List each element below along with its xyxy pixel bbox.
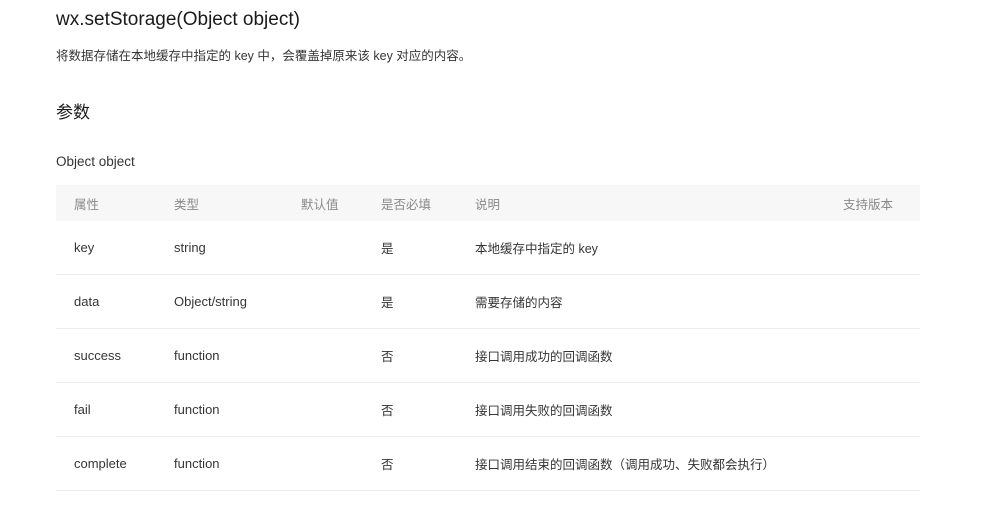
cell-description: 接口调用结束的回调函数（调用成功、失败都会执行） (475, 458, 776, 472)
header-description: 说明 (475, 197, 501, 212)
cell-property: success (74, 348, 121, 363)
cell-property: fail (74, 402, 91, 417)
cell-property: data (74, 294, 100, 309)
cell-description: 接口调用成功的回调函数 (475, 350, 613, 364)
api-description: 将数据存储在本地缓存中指定的 key 中，会覆盖掉原来该 key 对应的内容。 (56, 49, 472, 63)
api-title: wx.setStorage(Object object) (56, 9, 300, 30)
cell-type: function (174, 456, 220, 471)
cell-type: function (174, 402, 220, 417)
cell-property: key (74, 240, 95, 255)
param-object-name: Object object (56, 154, 135, 169)
params-table: 属性 类型 默认值 是否必填 说明 支持版本 key string 是 本地缓存… (56, 185, 920, 491)
cell-property: complete (74, 456, 127, 471)
cell-required: 是 (381, 242, 394, 256)
cell-type: Object/string (174, 294, 247, 309)
table-row: success function 否 接口调用成功的回调函数 (56, 329, 920, 383)
cell-description: 本地缓存中指定的 key (475, 242, 598, 256)
table-header-row: 属性 类型 默认值 是否必填 说明 支持版本 (56, 185, 920, 221)
header-default: 默认值 (301, 197, 339, 212)
table-row: data Object/string 是 需要存储的内容 (56, 275, 920, 329)
header-property: 属性 (74, 197, 100, 212)
table-row: key string 是 本地缓存中指定的 key (56, 221, 920, 275)
table-row: fail function 否 接口调用失败的回调函数 (56, 383, 920, 437)
cell-type: function (174, 348, 220, 363)
cell-description: 接口调用失败的回调函数 (475, 404, 613, 418)
header-version: 支持版本 (843, 197, 894, 212)
table-row: complete function 否 接口调用结束的回调函数（调用成功、失败都… (56, 437, 920, 491)
header-required: 是否必填 (381, 197, 432, 212)
header-type: 类型 (174, 197, 200, 212)
cell-description: 需要存储的内容 (475, 296, 563, 310)
cell-required: 否 (381, 458, 394, 472)
params-heading: 参数 (56, 103, 90, 122)
cell-type: string (174, 240, 206, 255)
cell-required: 否 (381, 404, 394, 418)
cell-required: 否 (381, 350, 394, 364)
cell-required: 是 (381, 296, 394, 310)
